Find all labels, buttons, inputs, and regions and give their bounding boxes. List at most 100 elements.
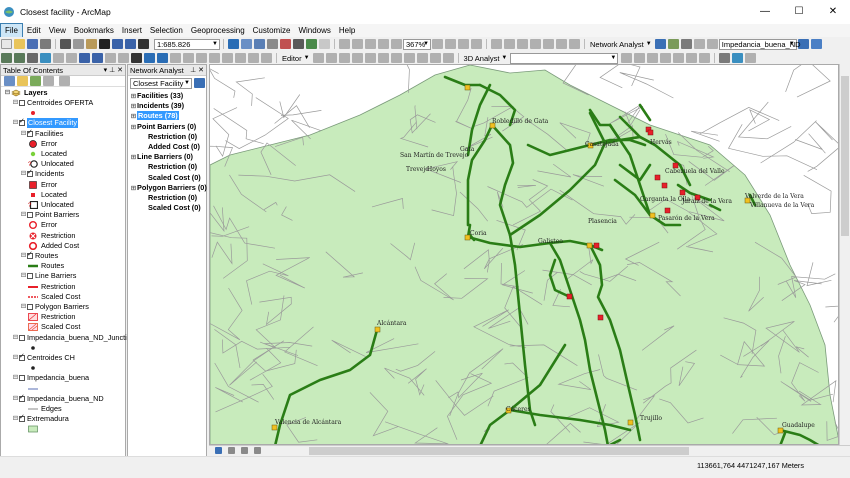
tool-icon[interactable] bbox=[530, 39, 541, 49]
data-driven-pages-icon[interactable] bbox=[471, 39, 482, 49]
fixed-zoom-out-icon[interactable] bbox=[66, 53, 77, 63]
delete-icon[interactable] bbox=[99, 39, 110, 49]
na-tree-item[interactable]: ⊞Line Barriers (0) bbox=[130, 152, 193, 162]
toc-row[interactable]: Error bbox=[28, 139, 57, 149]
na-tree-item[interactable]: Scaled Cost (0) bbox=[148, 173, 201, 183]
network-analyst-menu[interactable]: Network Analyst bbox=[588, 40, 646, 49]
line-of-sight-icon[interactable] bbox=[647, 53, 659, 63]
layout-view-icon[interactable] bbox=[228, 447, 235, 454]
layer-visibility-checkbox[interactable] bbox=[27, 212, 33, 219]
collapse-icon[interactable]: ⊟ bbox=[12, 373, 19, 383]
undo-icon[interactable] bbox=[112, 39, 123, 49]
tool-icon[interactable] bbox=[491, 39, 502, 49]
full-page-icon[interactable] bbox=[378, 39, 389, 49]
layer-visibility-checkbox[interactable] bbox=[19, 100, 25, 106]
fixed-zoom-in-icon[interactable] bbox=[53, 53, 64, 63]
interpolate-line-icon[interactable] bbox=[686, 53, 698, 63]
scale-combo[interactable]: 1:685.826 ▼ bbox=[154, 38, 220, 50]
swipe-icon[interactable] bbox=[248, 53, 259, 63]
toc-row[interactable]: Edges bbox=[28, 404, 62, 414]
menu-insert[interactable]: Insert bbox=[118, 24, 146, 37]
menu-help[interactable]: Help bbox=[335, 24, 359, 37]
clear-selection-icon[interactable] bbox=[118, 53, 129, 63]
toc-row[interactable]: ? Unlocated bbox=[28, 200, 74, 210]
toc-row[interactable] bbox=[28, 343, 41, 353]
rotate-icon[interactable] bbox=[442, 53, 454, 63]
collapse-icon[interactable]: ⊟ bbox=[12, 414, 19, 424]
list-by-source-icon[interactable] bbox=[17, 76, 28, 86]
pan-icon[interactable] bbox=[27, 53, 38, 63]
edit-tool-icon[interactable] bbox=[312, 53, 324, 63]
minimize-icon[interactable]: — bbox=[748, 0, 782, 24]
menu-edit[interactable]: Edit bbox=[23, 24, 45, 37]
list-by-selection-icon[interactable] bbox=[43, 76, 54, 86]
directions-icon[interactable] bbox=[706, 39, 718, 49]
select-features-icon[interactable] bbox=[105, 53, 116, 63]
toc-layers-root[interactable]: ⊟ Layers bbox=[4, 88, 48, 98]
na-tree-item[interactable]: Restriction (0) bbox=[148, 162, 197, 172]
cut-icon[interactable] bbox=[60, 39, 71, 49]
network-analyst-window-icon[interactable] bbox=[654, 39, 666, 49]
list-by-visibility-icon[interactable] bbox=[30, 76, 41, 86]
layer-visibility-checkbox[interactable] bbox=[27, 168, 33, 178]
menu-customize[interactable]: Customize bbox=[249, 24, 295, 37]
open-folder-icon[interactable] bbox=[14, 39, 25, 49]
back-extent-icon[interactable] bbox=[79, 53, 90, 63]
time-window-icon[interactable] bbox=[235, 53, 246, 63]
reshape-icon[interactable] bbox=[403, 53, 415, 63]
layout-tool-icon[interactable] bbox=[319, 39, 330, 49]
toc-row[interactable]: Located bbox=[28, 149, 67, 159]
list-by-drawing-order-icon[interactable] bbox=[4, 76, 15, 86]
na-tree-item[interactable]: Added Cost (0) bbox=[148, 142, 200, 152]
maximize-icon[interactable]: ☐ bbox=[782, 0, 816, 24]
menu-view[interactable]: View bbox=[45, 24, 70, 37]
na-properties-icon[interactable] bbox=[194, 78, 205, 88]
refresh-icon[interactable] bbox=[241, 447, 248, 454]
collapse-icon[interactable]: ⊟ bbox=[20, 251, 27, 261]
forward-extent-icon[interactable] bbox=[92, 53, 103, 63]
collapse-icon[interactable]: ⊟ bbox=[12, 394, 19, 404]
toc-row[interactable]: ⊟ Facilities bbox=[20, 128, 64, 139]
split-icon[interactable] bbox=[429, 53, 441, 63]
print-icon[interactable] bbox=[40, 39, 51, 49]
hyperlink-icon[interactable] bbox=[209, 53, 220, 63]
pin-close-icon[interactable]: ⊥ ✕ bbox=[190, 65, 204, 76]
model-builder-icon[interactable] bbox=[306, 39, 317, 49]
editor-toolbar-icon[interactable] bbox=[228, 39, 239, 49]
arcglobe-icon[interactable] bbox=[732, 53, 744, 63]
map-view[interactable]: Robledillo de Gata Gata San Martín de Tr… bbox=[209, 64, 839, 445]
tool-icon[interactable] bbox=[556, 39, 567, 49]
collapse-icon[interactable]: ⊟ bbox=[4, 88, 11, 98]
pin-close-icon[interactable]: ▾ ⊥ ✕ bbox=[104, 65, 123, 76]
layer-visibility-checkbox[interactable] bbox=[27, 273, 33, 280]
paste-icon[interactable] bbox=[86, 39, 97, 49]
pause-draw-icon[interactable] bbox=[254, 447, 261, 454]
na-tree-item[interactable]: Restriction (0) bbox=[148, 132, 197, 142]
toc-row[interactable]: ⊟ Incidents bbox=[20, 168, 64, 179]
toc-row[interactable] bbox=[28, 424, 41, 434]
toggle-draft-icon[interactable] bbox=[432, 39, 443, 49]
find-icon[interactable] bbox=[157, 53, 168, 63]
toc-row[interactable]: Restriction bbox=[28, 282, 75, 292]
catalog-window-icon[interactable] bbox=[254, 39, 265, 49]
edit-vertices-icon[interactable] bbox=[390, 53, 402, 63]
toc-row[interactable]: Error bbox=[28, 180, 57, 190]
full-extent-icon[interactable] bbox=[40, 53, 51, 63]
layer-visibility-checkbox[interactable] bbox=[19, 117, 25, 127]
toc-row[interactable]: Restriction bbox=[28, 231, 75, 241]
na-tree-item[interactable]: ⊞Point Barriers (0) bbox=[130, 122, 196, 132]
new-map-icon[interactable] bbox=[1, 39, 12, 49]
toc-row[interactable]: ⊟ Line Barriers bbox=[20, 271, 77, 281]
tool-icon[interactable] bbox=[569, 39, 580, 49]
map-canvas[interactable]: Robledillo de Gata Gata San Martín de Tr… bbox=[210, 65, 839, 445]
3d-analyst-menu[interactable]: 3D Analyst bbox=[462, 54, 502, 63]
toc-row[interactable] bbox=[28, 384, 41, 394]
expand-icon[interactable]: ⊞ bbox=[130, 153, 137, 163]
zoom-out-page-icon[interactable] bbox=[352, 39, 363, 49]
3d-layer-combo[interactable]: ▼ bbox=[510, 52, 619, 64]
toc-row[interactable]: ⊟ Polygon Barriers bbox=[20, 302, 89, 312]
select-move-location-icon[interactable] bbox=[680, 39, 692, 49]
layer-visibility-checkbox[interactable] bbox=[19, 413, 25, 423]
collapse-icon[interactable]: ⊟ bbox=[20, 271, 27, 281]
na-tree-item[interactable]: ⊞Polygon Barriers (0) bbox=[130, 183, 207, 193]
